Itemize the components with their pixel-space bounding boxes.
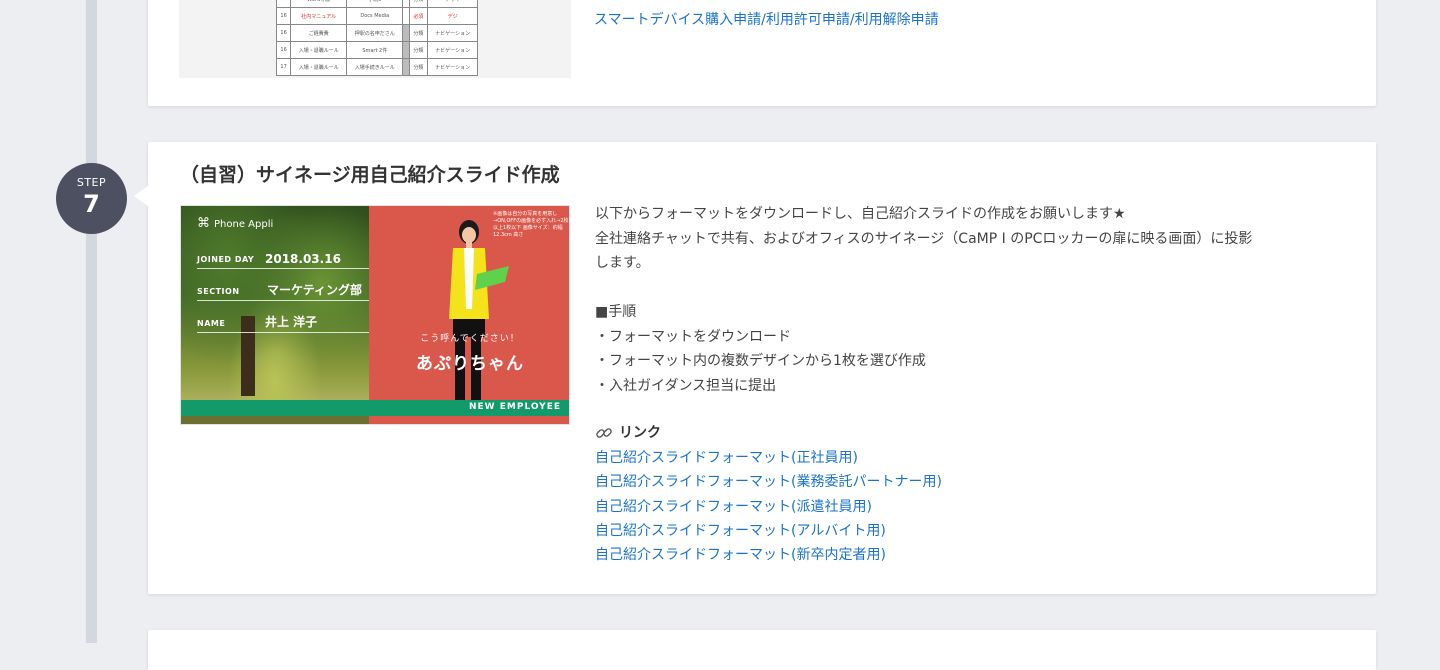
slide-name-key: NAME <box>197 319 226 328</box>
thumbnail-table-cell: Docs Media <box>346 7 404 25</box>
links-heading: リンク <box>595 422 661 442</box>
thumbnail-table-cell: 16 <box>275 7 292 25</box>
thumbnail-table-cell: 17 <box>275 58 292 76</box>
thumbnail-table-cell: 入場手続きルール <box>346 58 404 76</box>
thumbnail-table-cell: 押駅の名申ださん <box>346 24 404 42</box>
phone-appli-logo-icon: ⌘ <box>197 216 210 231</box>
previous-step-thumbnail: 15Word等版手続5分類デザイ16社内マニュアルDocs Media必須デジ1… <box>179 0 571 78</box>
step-description: 以下からフォーマットをダウンロードし、自己紹介スライドの作成をお願いします★ 全… <box>595 202 1345 398</box>
thumbnail-table-row: 16 入場・退職ルール Smart 2件 分類 ナビゲーション <box>275 41 478 59</box>
slide-logo-text: Phone Appli <box>214 219 274 230</box>
description-line: 全社連絡チャットで共有、およびオフィスのサイネージ（CaMP I のPCロッカー… <box>595 230 1253 247</box>
thumbnail-table-cell: ナビゲーション <box>427 58 478 76</box>
thumbnail-table-cell: 社内マニュアル <box>290 7 348 25</box>
slide-section-key: SECTION <box>197 287 240 296</box>
thumbnail-table-cell: 16 <box>275 24 292 42</box>
woman-illustration-icon <box>449 220 509 420</box>
procedure-item: ・フォーマットをダウンロード <box>595 328 791 345</box>
step-title: （自習）サイネージ用自己紹介スライド作成 <box>180 164 560 186</box>
timeline-line <box>86 0 97 643</box>
thumbnail-table-cell: 分類 <box>408 58 429 76</box>
link-format-part-time[interactable]: 自己紹介スライドフォーマット(アルバイト用) <box>595 519 942 543</box>
thumbnail-table-cell: Smart 2件 <box>346 41 404 59</box>
thumbnail-table-cell: 16 <box>275 41 292 59</box>
thumbnail-table-cell: ナビゲーション <box>427 24 478 42</box>
slide-section-row: SECTION マーケティング部 <box>197 278 369 301</box>
slide-joined-key: JOINED DAY <box>197 255 255 264</box>
step-card: （自習）サイネージ用自己紹介スライド作成 ⌘ Phone Appli JOINED… <box>134 142 1376 594</box>
slide-joined-row: JOINED DAY 2018.03.16 <box>197 246 369 269</box>
thumbnail-table-cell: 15 <box>275 0 292 8</box>
slide-name-value: 井上 洋子 <box>265 315 318 329</box>
description-line: 以下からフォーマットをダウンロードし、自己紹介スライドの作成をお願いします★ <box>595 206 1126 222</box>
thumbnail-table-cell: 分類 <box>408 24 429 42</box>
thumbnail-table-row: 16 社内マニュアル Docs Media 必須 デジ <box>275 7 478 25</box>
description-line: します。 <box>595 255 650 271</box>
thumbnail-table-cell: 必須 <box>408 7 429 25</box>
thumbnail-table-cell: 入場・退職ルール <box>290 41 348 59</box>
procedure-item: ・フォーマット内の複数デザインから1枚を選び作成 <box>595 353 926 369</box>
thumbnail-table-cell: ナビゲーション <box>427 41 478 59</box>
thumbnail-table-cell: デザイ <box>427 0 478 8</box>
slide-nickname: あぷりちゃん <box>416 354 524 374</box>
slide-section-value: マーケティング部 <box>267 283 363 297</box>
thumbnail-table-row: 17 入場・退職ルール 入場手続きルール 分類 ナビゲーション <box>275 58 478 76</box>
slide-name-row: NAME 井上 洋子 <box>197 310 369 333</box>
step-label: STEP <box>76 176 107 189</box>
thumbnail-table-row: 15Word等版手続5 分類デザイ <box>275 0 478 8</box>
thumbnail-table-cell: デジ <box>427 7 478 25</box>
link-format-contract-partner[interactable]: 自己紹介スライドフォーマット(業務委託パートナー用) <box>595 470 942 494</box>
format-links: 自己紹介スライドフォーマット(正社員用) 自己紹介スライドフォーマット(業務委託… <box>595 446 942 567</box>
self-introduction-slide-image: ⌘ Phone Appli JOINED DAY 2018.03.16 SECTI… <box>180 205 570 425</box>
slide-joined-value: 2018.03.16 <box>265 252 341 266</box>
step-badge: STEP 7 <box>56 163 127 234</box>
thumbnail-table-cell: ご経費費 <box>290 24 348 42</box>
link-format-dispatch[interactable]: 自己紹介スライドフォーマット(派遣社員用) <box>595 495 942 519</box>
slide-right-panel: ※画像は自分の写真を用意し→ON,OFFの画像を必ず入れ→2枚以上1枚以下 画像… <box>369 206 569 424</box>
smart-device-application-link[interactable]: スマートデバイス購入申請/利用許可申請/利用解除申請 <box>594 9 939 29</box>
thumbnail-table-cell: 手続5 <box>346 0 404 8</box>
thumbnail-table-cell: Word等版 <box>290 0 348 8</box>
links-heading-text: リンク <box>619 425 661 441</box>
thumbnail-table-cell: 分類 <box>408 41 429 59</box>
next-step-card <box>148 630 1376 670</box>
slide-band-text: NEW EMPLOYEE <box>469 402 561 412</box>
previous-step-card: 15Word等版手続5分類デザイ16社内マニュアルDocs Media必須デジ1… <box>148 0 1376 106</box>
thumbnail-table-cell: 分類 <box>408 0 429 8</box>
slide-bottom-strip-left <box>181 416 369 424</box>
procedure-title: ■手順 <box>595 304 637 320</box>
slide-band: NEW EMPLOYEE <box>181 400 569 416</box>
link-chain-icon <box>596 428 612 438</box>
thumbnail-table-row: 16 ご経費費 押駅の名申ださん 分類 ナビゲーション <box>275 24 478 42</box>
slide-call-subtitle: こう呼んでください！ <box>420 334 520 344</box>
link-format-new-graduate[interactable]: 自己紹介スライドフォーマット(新卒内定者用) <box>595 543 942 567</box>
step-number: 7 <box>83 190 100 218</box>
thumbnail-table: 15Word等版手続5分類デザイ16社内マニュアルDocs Media必須デジ1… <box>275 0 478 76</box>
procedure-item: ・入社ガイダンス担当に提出 <box>595 377 777 394</box>
slide-logo: ⌘ Phone Appli <box>197 216 273 231</box>
link-format-full-time[interactable]: 自己紹介スライドフォーマット(正社員用) <box>595 446 942 470</box>
thumbnail-table-cell: 入場・退職ルール <box>290 58 348 76</box>
